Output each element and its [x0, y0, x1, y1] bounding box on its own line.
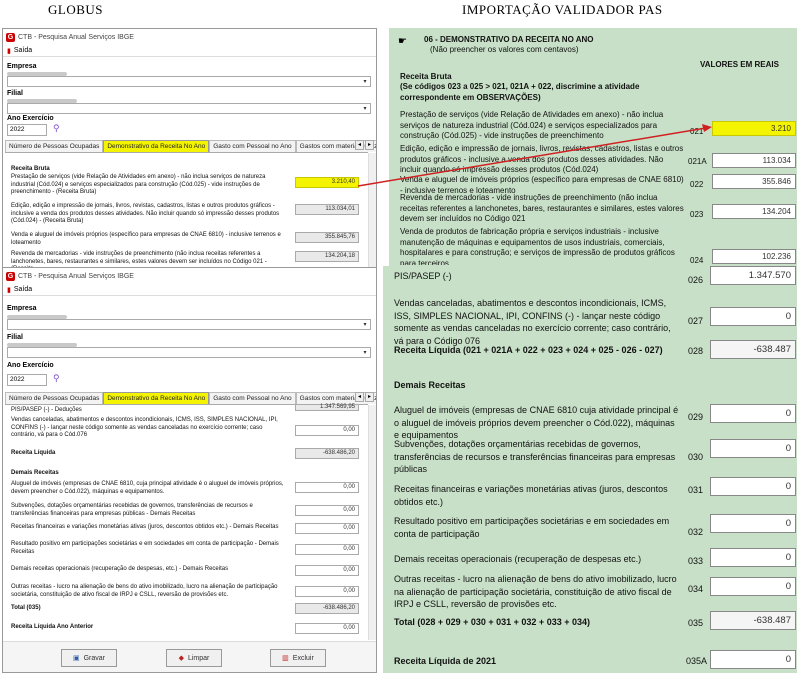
c031-code: 031	[688, 485, 704, 495]
c028-code: 028	[688, 346, 704, 356]
c033-code: 033	[688, 556, 704, 566]
v035a-input[interactable]: 0	[710, 650, 796, 669]
demais-label: Demais Receitas	[394, 380, 466, 390]
v032-input[interactable]: 0	[710, 514, 796, 533]
c027-text: Vendas canceladas, abatimentos e descont…	[394, 298, 671, 346]
c034-text: Outras receitas - lucro na alienação de …	[394, 574, 677, 609]
c032-code: 032	[688, 527, 704, 537]
c029-code: 029	[688, 412, 704, 422]
v031-input[interactable]: 0	[710, 477, 796, 496]
c026-code: 026	[688, 275, 704, 285]
c026-text: PIS/PASEP (-)	[394, 271, 452, 281]
c031-text: Receitas financeiras e variações monetár…	[394, 484, 668, 507]
v028-input: -638.487	[710, 340, 796, 359]
v027-input[interactable]: 0	[710, 307, 796, 326]
c035a-code: 035A	[686, 656, 708, 666]
v035-input: -638.487	[710, 611, 796, 630]
c034-code: 034	[688, 584, 704, 594]
c030-text: Subvenções, dotações orçamentárias receb…	[394, 439, 676, 474]
v029-input[interactable]: 0	[710, 404, 796, 423]
c029-text: Aluguel de imóveis (empresas de CNAE 681…	[394, 405, 679, 440]
c033-text: Demais receitas operacionais (recuperaçã…	[394, 554, 642, 564]
v030-input[interactable]: 0	[710, 439, 796, 458]
c035-text: Total (028 + 029 + 030 + 031 + 032 + 033…	[394, 617, 590, 627]
c027-code: 027	[688, 316, 704, 326]
v026-input[interactable]: 1.347.570	[710, 266, 796, 285]
c032-text: Resultado positivo em participações soci…	[394, 516, 670, 539]
c035a-text: Receita Líquida de 2021	[394, 656, 497, 666]
v033-input[interactable]: 0	[710, 548, 796, 567]
c028-text: Receita Líquida (021 + 021A + 022 + 023 …	[394, 345, 663, 355]
v034-input[interactable]: 0	[710, 577, 796, 596]
c030-code: 030	[688, 452, 704, 462]
c035-code: 035	[688, 618, 704, 628]
